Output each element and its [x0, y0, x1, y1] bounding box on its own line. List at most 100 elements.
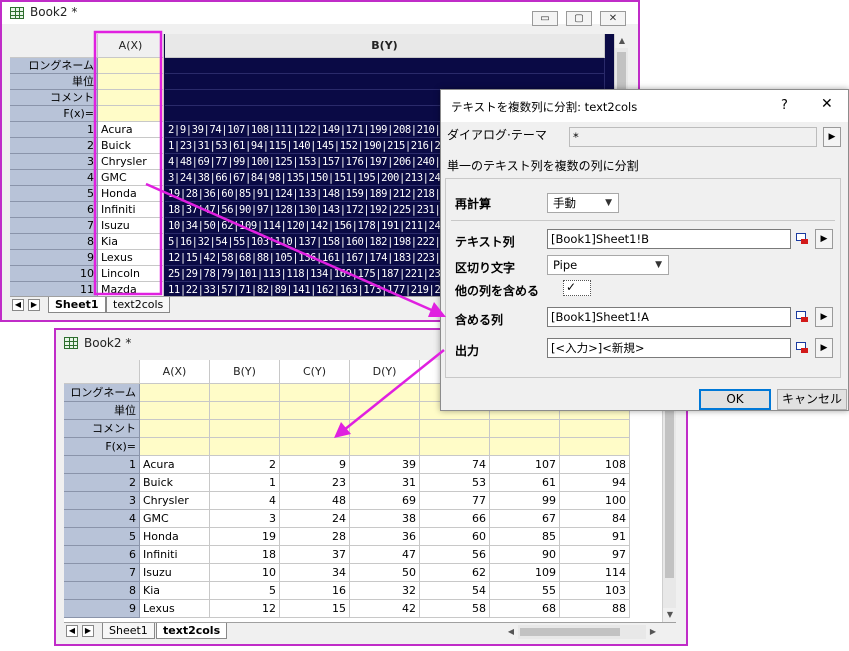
meta-cell[interactable]	[140, 384, 210, 402]
cell-value[interactable]: 50	[350, 564, 420, 582]
recalc-select[interactable]: 手動 ▼	[547, 193, 619, 213]
cell-value[interactable]: 4	[210, 492, 280, 510]
cell-value[interactable]: 34	[280, 564, 350, 582]
cell-value[interactable]: 19	[210, 528, 280, 546]
column-header[interactable]: D(Y)	[350, 360, 420, 384]
meta-cell[interactable]	[98, 106, 164, 122]
row-number[interactable]: 4	[64, 510, 140, 528]
row-number[interactable]: 9	[64, 600, 140, 618]
cell-value[interactable]: 1	[210, 474, 280, 492]
theme-field[interactable]: *	[569, 127, 817, 147]
meta-cell[interactable]	[280, 420, 350, 438]
cell-column-a[interactable]: GMC	[98, 170, 164, 186]
tab-nav-prev-icon[interactable]: ◀	[12, 299, 24, 311]
meta-cell[interactable]	[98, 90, 164, 106]
cell-value[interactable]: 42	[350, 600, 420, 618]
cell-value[interactable]: 74	[420, 456, 490, 474]
row-number[interactable]: 8	[64, 582, 140, 600]
cell-column-a[interactable]: Lexus	[98, 250, 164, 266]
dialog-close-icon[interactable]: ✕	[821, 96, 833, 112]
column-header[interactable]: A(X)	[140, 360, 210, 384]
row-number[interactable]: 5	[64, 528, 140, 546]
meta-cell[interactable]	[490, 438, 560, 456]
row-number[interactable]: 9	[10, 250, 98, 266]
tab-nav-next-icon[interactable]: ▶	[82, 625, 94, 637]
cell-value[interactable]: 10	[210, 564, 280, 582]
cell-column-a[interactable]: Lexus	[140, 600, 210, 618]
cell-value[interactable]: 60	[420, 528, 490, 546]
include-column-menu-button[interactable]: ▶	[815, 307, 833, 327]
cell-column-a[interactable]: Honda	[140, 528, 210, 546]
column-header-a[interactable]: A(X)	[98, 34, 164, 58]
scroll-right-button[interactable]: ▶	[646, 625, 660, 639]
cell-column-a[interactable]: Chrysler	[98, 154, 164, 170]
cell-column-a[interactable]: Infiniti	[140, 546, 210, 564]
cancel-button[interactable]: キャンセル	[777, 389, 847, 410]
row-number[interactable]: 1	[10, 122, 98, 138]
row-number[interactable]: 6	[10, 202, 98, 218]
cell-value[interactable]: 68	[490, 600, 560, 618]
row-number[interactable]: 3	[10, 154, 98, 170]
cell-value[interactable]: 77	[420, 492, 490, 510]
cell-value[interactable]: 62	[420, 564, 490, 582]
theme-menu-button[interactable]: ▶	[823, 127, 841, 147]
cell-value[interactable]: 100	[560, 492, 630, 510]
scroll-thumb[interactable]	[520, 628, 620, 636]
text-column-field[interactable]: [Book1]Sheet1!B	[547, 229, 791, 249]
split-text-dialog[interactable]: テキストを複数列に分割: text2cols ? ✕ ダイアログ·テーマ * ▶…	[440, 89, 849, 411]
meta-cell[interactable]	[420, 438, 490, 456]
top-window-titlebar[interactable]: Book2 * ▭ ▢ ✕	[2, 2, 638, 26]
meta-cell[interactable]	[210, 402, 280, 420]
cell-value[interactable]: 2	[210, 456, 280, 474]
cell-column-a[interactable]: Acura	[98, 122, 164, 138]
cell-value[interactable]: 28	[280, 528, 350, 546]
cell-value[interactable]: 114	[560, 564, 630, 582]
cell-value[interactable]: 47	[350, 546, 420, 564]
row-number[interactable]: 2	[10, 138, 98, 154]
cell-value[interactable]: 24	[280, 510, 350, 528]
meta-cell[interactable]	[140, 438, 210, 456]
cell-column-a[interactable]: GMC	[140, 510, 210, 528]
include-other-checkbox[interactable]: ✓	[563, 280, 591, 296]
cell-value[interactable]: 108	[560, 456, 630, 474]
cell-value[interactable]: 5	[210, 582, 280, 600]
cell-value[interactable]: 67	[490, 510, 560, 528]
cell-value[interactable]: 90	[490, 546, 560, 564]
cell-column-a[interactable]: Mazda	[98, 282, 164, 296]
cell-value[interactable]: 55	[490, 582, 560, 600]
cell-value[interactable]: 94	[560, 474, 630, 492]
scroll-left-button[interactable]: ◀	[504, 625, 518, 639]
cell-value[interactable]: 32	[350, 582, 420, 600]
cell-value[interactable]: 61	[490, 474, 560, 492]
cell-value[interactable]: 69	[350, 492, 420, 510]
meta-cell[interactable]	[280, 402, 350, 420]
cell-value[interactable]: 23	[280, 474, 350, 492]
meta-cell[interactable]	[350, 402, 420, 420]
cell-value[interactable]: 18	[210, 546, 280, 564]
meta-cell[interactable]	[350, 420, 420, 438]
meta-cell[interactable]	[350, 438, 420, 456]
cell-value[interactable]: 38	[350, 510, 420, 528]
column-header[interactable]: C(Y)	[280, 360, 350, 384]
column-header[interactable]: B(Y)	[210, 360, 280, 384]
row-number[interactable]: 8	[10, 234, 98, 250]
cell-value[interactable]: 16	[280, 582, 350, 600]
tab-sheet1[interactable]: Sheet1	[48, 297, 106, 313]
meta-cell[interactable]	[165, 58, 605, 74]
meta-cell[interactable]	[560, 438, 630, 456]
help-button[interactable]: ?	[781, 98, 788, 113]
meta-cell[interactable]	[490, 420, 560, 438]
meta-cell[interactable]	[420, 420, 490, 438]
meta-cell[interactable]	[165, 74, 605, 90]
meta-cell[interactable]	[560, 420, 630, 438]
cell-column-a[interactable]: Kia	[98, 234, 164, 250]
cell-value[interactable]: 99	[490, 492, 560, 510]
delimiter-select[interactable]: Pipe ▼	[547, 255, 669, 275]
row-number[interactable]: 7	[10, 218, 98, 234]
cell-value[interactable]: 91	[560, 528, 630, 546]
cell-value[interactable]: 9	[280, 456, 350, 474]
meta-cell[interactable]	[280, 384, 350, 402]
cell-value[interactable]: 3	[210, 510, 280, 528]
row-number[interactable]: 2	[64, 474, 140, 492]
meta-cell[interactable]	[98, 58, 164, 74]
